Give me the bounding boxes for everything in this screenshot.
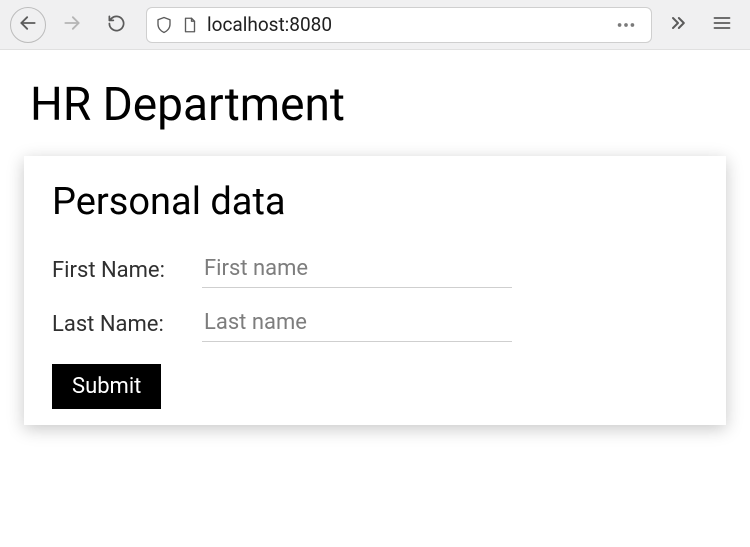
address-bar [146,7,652,43]
hamburger-icon [712,13,732,36]
reload-button[interactable] [98,7,134,43]
page-actions-icon[interactable] [609,14,643,36]
submit-button[interactable]: Submit [52,364,161,409]
page-title: HR Department [30,78,720,132]
page-content: HR Department Personal data First Name: … [0,50,750,425]
url-input[interactable] [207,13,601,36]
last-name-input[interactable] [202,306,512,342]
card-title: Personal data [52,180,698,224]
last-name-row: Last Name: [52,306,698,342]
overflow-button[interactable] [660,7,696,43]
first-name-row: First Name: [52,252,698,288]
arrow-right-icon [62,13,82,36]
header-section: HR Department [0,50,750,156]
browser-toolbar [0,0,750,50]
first-name-input[interactable] [202,252,512,288]
forward-button[interactable] [54,7,90,43]
hamburger-menu-button[interactable] [704,7,740,43]
back-button[interactable] [10,7,46,43]
shield-icon[interactable] [155,16,173,34]
personal-data-card: Personal data First Name: Last Name: Sub… [24,156,726,425]
last-name-label: Last Name: [52,312,202,337]
chevrons-right-icon [668,13,688,36]
first-name-label: First Name: [52,258,202,283]
reload-icon [107,14,126,36]
arrow-left-icon [18,13,38,36]
page-info-icon[interactable] [181,16,199,34]
